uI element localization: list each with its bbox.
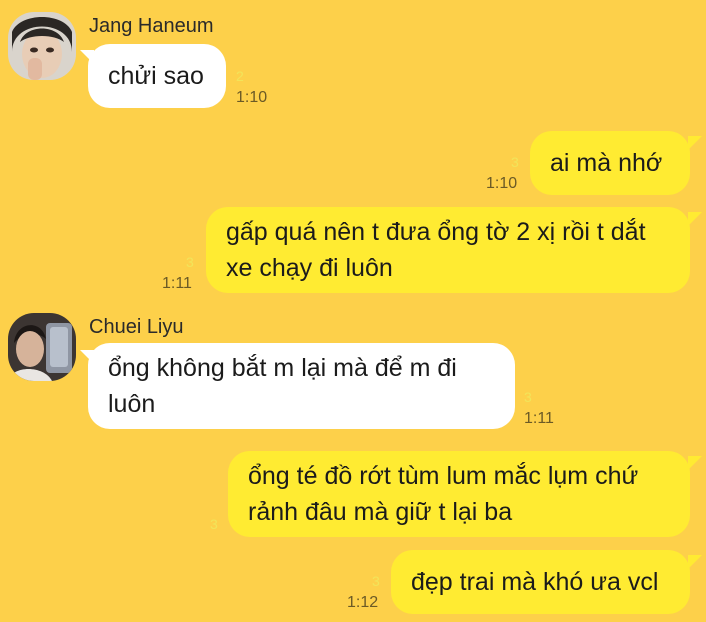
message-text: ổng té đồ rớt tùm lum mắc lụm chứ rảnh đ… xyxy=(248,462,639,526)
sender-name: Jang Haneum xyxy=(89,15,214,37)
message-text: ổng không bắt m lại mà để m đi luôn xyxy=(108,354,457,418)
message-text: gấp quá nên t đưa ổng tờ 2 xị rồi t dắt … xyxy=(226,218,646,282)
message-time: 1:11 xyxy=(524,410,554,427)
bubble-tail xyxy=(688,456,702,470)
message-bubble-incoming[interactable]: ổng không bắt m lại mà để m đi luôn xyxy=(88,343,515,429)
message-text: chửi sao xyxy=(108,62,204,90)
unread-count: 3 xyxy=(372,573,380,589)
unread-count: 3 xyxy=(210,516,218,532)
unread-count: 3 xyxy=(511,154,519,170)
bubble-tail xyxy=(688,555,702,569)
message-time: 1:10 xyxy=(486,175,518,192)
sender-name: Chuei Liyu xyxy=(89,316,184,338)
message-bubble-incoming[interactable]: chửi sao xyxy=(88,44,226,108)
unread-count: 3 xyxy=(524,389,532,405)
message-time: 1:10 xyxy=(236,89,268,106)
message-bubble-outgoing[interactable]: ổng té đồ rớt tùm lum mắc lụm chứ rảnh đ… xyxy=(228,451,690,537)
contact-avatar-icon xyxy=(8,313,76,381)
contact-avatar-icon xyxy=(8,12,76,80)
avatar-jang-haneum[interactable] xyxy=(8,12,76,80)
unread-count: 3 xyxy=(186,254,194,270)
bubble-tail xyxy=(688,212,702,226)
message-bubble-outgoing[interactable]: ai mà nhớ xyxy=(530,131,690,195)
message-text: ai mà nhớ xyxy=(550,149,663,177)
message-time: 1:11 xyxy=(162,275,192,292)
message-text: đẹp trai mà khó ưa vcl xyxy=(411,568,659,596)
avatar-chuei-liyu[interactable] xyxy=(8,313,76,381)
message-time: 1:12 xyxy=(347,594,379,611)
message-bubble-outgoing[interactable]: gấp quá nên t đưa ổng tờ 2 xị rồi t dắt … xyxy=(206,207,690,293)
unread-count: 2 xyxy=(236,68,244,84)
message-bubble-outgoing[interactable]: đẹp trai mà khó ưa vcl xyxy=(391,550,690,614)
bubble-tail xyxy=(688,136,702,150)
